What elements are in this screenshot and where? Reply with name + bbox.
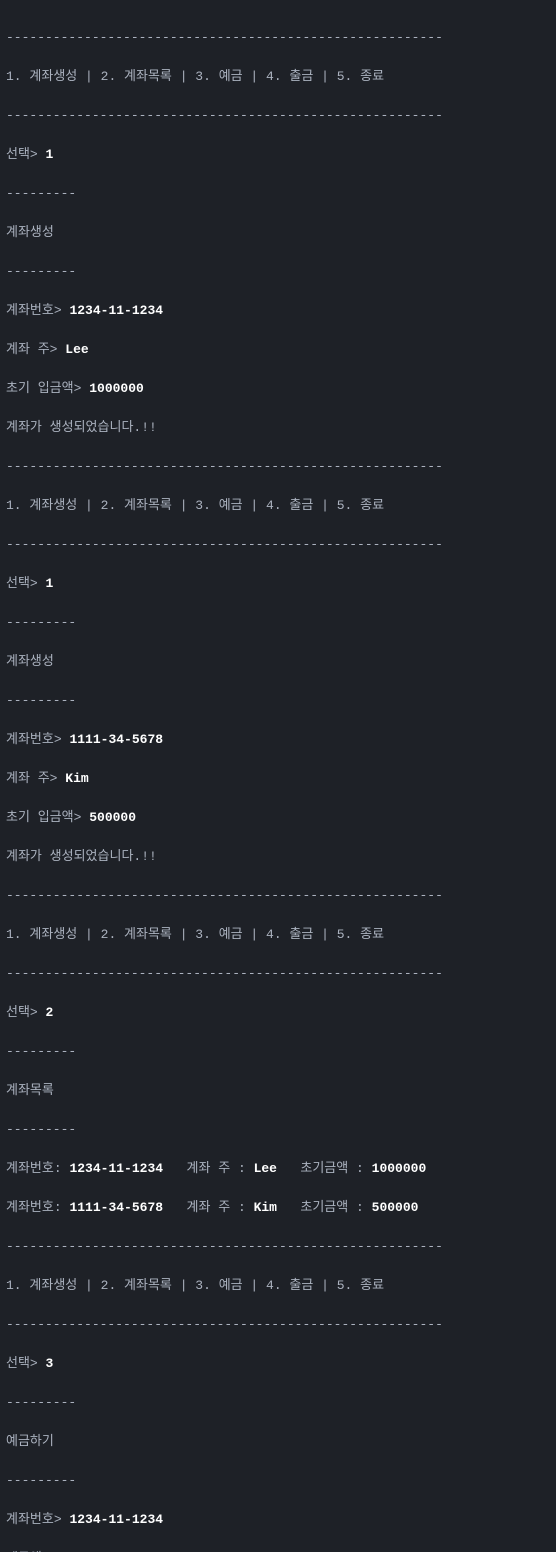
divider-short: --------- — [6, 184, 550, 204]
divider: ----------------------------------------… — [6, 106, 550, 126]
menu-line: 1. 계좌생성 | 2. 계좌목록 | 3. 예금 | 4. 출금 | 5. 종… — [6, 496, 550, 516]
divider-short: --------- — [6, 1471, 550, 1491]
divider-short: --------- — [6, 1120, 550, 1140]
section-title: 예금하기 — [6, 1432, 550, 1452]
list-row: 계좌번호: 1234-11-1234 계좌 주 : Lee 초기금액 : 100… — [6, 1159, 550, 1179]
divider: ----------------------------------------… — [6, 886, 550, 906]
divider-short: --------- — [6, 262, 550, 282]
divider: ----------------------------------------… — [6, 457, 550, 477]
prompt-line: 초기 입금액> 1000000 — [6, 379, 550, 399]
prompt-line: 예금액> 50000 — [6, 1549, 550, 1552]
divider-short: --------- — [6, 1042, 550, 1062]
section-title: 계좌생성 — [6, 223, 550, 243]
select-line: 선택> 1 — [6, 145, 550, 165]
section-title: 계좌생성 — [6, 652, 550, 672]
prompt-line: 계좌 주> Lee — [6, 340, 550, 360]
select-line: 선택> 3 — [6, 1354, 550, 1374]
prompt-line: 계좌 주> Kim — [6, 769, 550, 789]
divider: ----------------------------------------… — [6, 535, 550, 555]
list-row: 계좌번호: 1111-34-5678 계좌 주 : Kim 초기금액 : 500… — [6, 1198, 550, 1218]
select-line: 선택> 1 — [6, 574, 550, 594]
divider-short: --------- — [6, 691, 550, 711]
terminal-output: --------- --------- --------- --------- ----… — [6, 8, 550, 1552]
prompt-line: 초기 입금액> 500000 — [6, 808, 550, 828]
status-message: 계좌가 생성되었습니다.!! — [6, 418, 550, 438]
divider-short: --------- — [6, 613, 550, 633]
menu-line: 1. 계좌생성 | 2. 계좌목록 | 3. 예금 | 4. 출금 | 5. 종… — [6, 1276, 550, 1296]
status-message: 계좌가 생성되었습니다.!! — [6, 847, 550, 867]
section-title: 계좌목록 — [6, 1081, 550, 1101]
divider: ----------------------------------------… — [6, 1237, 550, 1257]
menu-line: 1. 계좌생성 | 2. 계좌목록 | 3. 예금 | 4. 출금 | 5. 종… — [6, 67, 550, 87]
prompt-line: 계좌번호> 1111-34-5678 — [6, 730, 550, 750]
menu-line: 1. 계좌생성 | 2. 계좌목록 | 3. 예금 | 4. 출금 | 5. 종… — [6, 925, 550, 945]
divider: ----------------------------------------… — [6, 1315, 550, 1335]
divider: ----------------------------------------… — [6, 28, 550, 48]
prompt-line: 계좌번호> 1234-11-1234 — [6, 301, 550, 321]
select-line: 선택> 2 — [6, 1003, 550, 1023]
divider-short: --------- — [6, 1393, 550, 1413]
prompt-line: 계좌번호> 1234-11-1234 — [6, 1510, 550, 1530]
divider: ----------------------------------------… — [6, 964, 550, 984]
